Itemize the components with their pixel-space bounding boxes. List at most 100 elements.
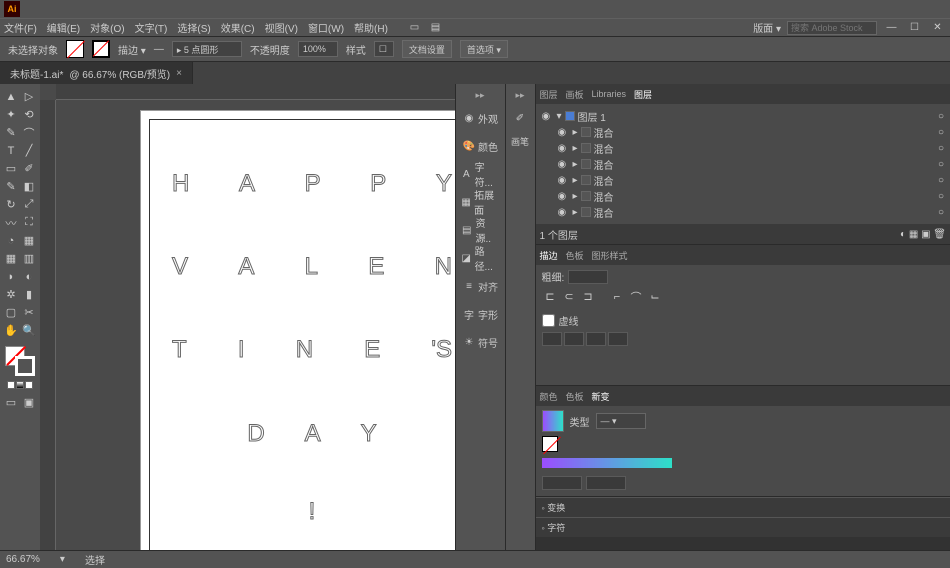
tab-stroke[interactable]: 描边 (540, 249, 558, 262)
stroke-color-box[interactable] (15, 356, 35, 376)
slice-tool[interactable]: ✂ (21, 304, 38, 321)
gradient-opacity-field[interactable] (542, 476, 582, 490)
eyedropper-tool[interactable]: ◗ (3, 268, 20, 285)
rectangle-tool[interactable]: ▭ (3, 160, 20, 177)
gradient-slider[interactable] (542, 458, 672, 468)
transform-accordion[interactable]: ◦ 变换 (536, 497, 950, 517)
pen-tool[interactable]: ✎ (3, 124, 20, 141)
layer-actions[interactable]: ◐ ▦ ▣ 🗑 (900, 229, 946, 240)
stroke-weight-field[interactable] (568, 270, 608, 284)
tab-swatches[interactable]: 色板 (566, 249, 584, 262)
preferences-button[interactable]: 首选项 ▾ (460, 40, 508, 58)
stroke-swatch[interactable] (92, 40, 110, 58)
rotate-tool[interactable]: ↻ (3, 196, 20, 213)
perspective-tool[interactable]: ▦ (21, 232, 38, 249)
gap-field[interactable] (564, 332, 584, 346)
zoom-tool[interactable]: 🔍 (21, 322, 38, 339)
maximize-icon[interactable]: ☐ (906, 19, 923, 36)
workspace-switcher[interactable]: 版面 ▾ (753, 20, 781, 35)
tab-swatches-2[interactable]: 色板 (566, 390, 584, 403)
dashed-line-checkbox[interactable] (542, 314, 555, 327)
free-transform-tool[interactable]: ⛶ (21, 214, 38, 231)
tab-layers-2[interactable]: 图层 (634, 88, 652, 101)
hand-tool[interactable]: ✋ (3, 322, 20, 339)
strip-align[interactable]: ≡对齐 (460, 275, 500, 297)
cap-round[interactable]: ⊂ (561, 288, 578, 305)
sublayer-row[interactable]: ◉▸混合○ (542, 140, 945, 156)
strip-assets[interactable]: ▤资源.. (460, 219, 500, 241)
gradient-location-field[interactable] (586, 476, 626, 490)
join-bevel[interactable]: ⌙ (647, 288, 664, 305)
layer-name[interactable]: 图层 1 (578, 109, 606, 124)
stock-search-input[interactable] (787, 21, 877, 35)
sublayer-row[interactable]: ◉▸混合○ (542, 204, 945, 220)
symbol-sprayer-tool[interactable]: ✲ (3, 286, 20, 303)
gradient-preview-swatch[interactable] (542, 410, 564, 432)
cap-butt[interactable]: ⊏ (542, 288, 559, 305)
menu-view[interactable]: 视图(V) (265, 20, 298, 35)
zoom-level[interactable]: 66.67% (6, 554, 40, 565)
collapse-icon[interactable]: ▸▸ (515, 90, 524, 101)
artboard-tool[interactable]: ▢ (3, 304, 20, 321)
line-tool[interactable]: ╱ (21, 142, 38, 159)
screen-mode-full[interactable]: ▣ (21, 394, 38, 411)
strip-character[interactable]: A字符... (460, 163, 500, 185)
strip-brushes[interactable]: ✐ (508, 107, 532, 129)
strip-symbols[interactable]: ☀符号 (460, 331, 500, 353)
join-miter[interactable]: ⌐ (609, 288, 626, 305)
shaper-tool[interactable]: ✎ (3, 178, 20, 195)
visibility-icon[interactable]: ◉ (558, 175, 570, 186)
gradient-type-dropdown[interactable]: — ▾ (596, 413, 646, 429)
gradient-stroke-none[interactable] (542, 436, 558, 452)
join-round[interactable]: ⌒ (628, 288, 645, 305)
menu-help[interactable]: 帮助(H) (354, 20, 388, 35)
menu-type[interactable]: 文字(T) (135, 20, 168, 35)
selection-tool[interactable]: ▲ (3, 88, 20, 105)
visibility-icon[interactable]: ◉ (558, 127, 570, 138)
visibility-icon[interactable]: ◉ (558, 143, 570, 154)
fill-swatch[interactable] (66, 40, 84, 58)
tab-color[interactable]: 颜色 (540, 390, 558, 403)
eraser-tool[interactable]: ◧ (21, 178, 38, 195)
strip-expand[interactable]: ▦拓展面 (460, 191, 500, 213)
stroke-label[interactable]: 描边 ▾ (118, 42, 146, 57)
sublayer-row[interactable]: ◉▸混合○ (542, 172, 945, 188)
width-tool[interactable]: 〰 (3, 214, 20, 231)
visibility-icon[interactable]: ◉ (558, 159, 570, 170)
document-setup-button[interactable]: 文档设置 (402, 40, 452, 58)
close-window-icon[interactable]: ✕ (929, 19, 946, 36)
strip-color[interactable]: 🎨颜色 (460, 135, 500, 157)
collapse-icon[interactable]: ▸▸ (475, 90, 484, 101)
style-dropdown[interactable]: ☐ (374, 41, 394, 57)
tab-artboards[interactable]: 画板 (566, 88, 584, 101)
menu-effect[interactable]: 效果(C) (221, 20, 255, 35)
screen-mode-normal[interactable]: ▭ (3, 394, 20, 411)
magic-wand-tool[interactable]: ✦ (3, 106, 20, 123)
mesh-tool[interactable]: ▦ (3, 250, 20, 267)
dash-field[interactable] (586, 332, 606, 346)
menu-select[interactable]: 选择(S) (177, 20, 210, 35)
arrange-icon[interactable]: ▤ (427, 19, 444, 36)
vertical-ruler[interactable] (40, 100, 56, 550)
scale-tool[interactable]: ⤢ (21, 196, 38, 213)
blend-tool[interactable]: ◐ (21, 268, 38, 285)
menu-file[interactable]: 文件(F) (4, 20, 37, 35)
character-accordion[interactable]: ◦ 字符 (536, 517, 950, 537)
disclosure-icon[interactable]: ▾ (557, 111, 562, 122)
lasso-tool[interactable]: ⟲ (21, 106, 38, 123)
visibility-icon[interactable]: ◉ (558, 207, 570, 218)
minimize-icon[interactable]: — (883, 19, 900, 36)
bridge-icon[interactable]: ▭ (406, 19, 423, 36)
horizontal-ruler[interactable] (56, 84, 455, 100)
gap-field[interactable] (608, 332, 628, 346)
curvature-tool[interactable]: ⌒ (21, 124, 38, 141)
tab-graphic-styles[interactable]: 图形样式 (592, 249, 628, 262)
visibility-icon[interactable]: ◉ (558, 191, 570, 202)
sublayer-row[interactable]: ◉▸混合○ (542, 156, 945, 172)
tab-layers[interactable]: 图层 (540, 88, 558, 101)
opacity-field[interactable]: 100% (298, 41, 338, 57)
strip-appearance[interactable]: ◉外观 (460, 107, 500, 129)
cap-projecting[interactable]: ⊐ (580, 288, 597, 305)
menu-object[interactable]: 对象(O) (90, 20, 124, 35)
tab-libraries[interactable]: Libraries (592, 89, 627, 99)
